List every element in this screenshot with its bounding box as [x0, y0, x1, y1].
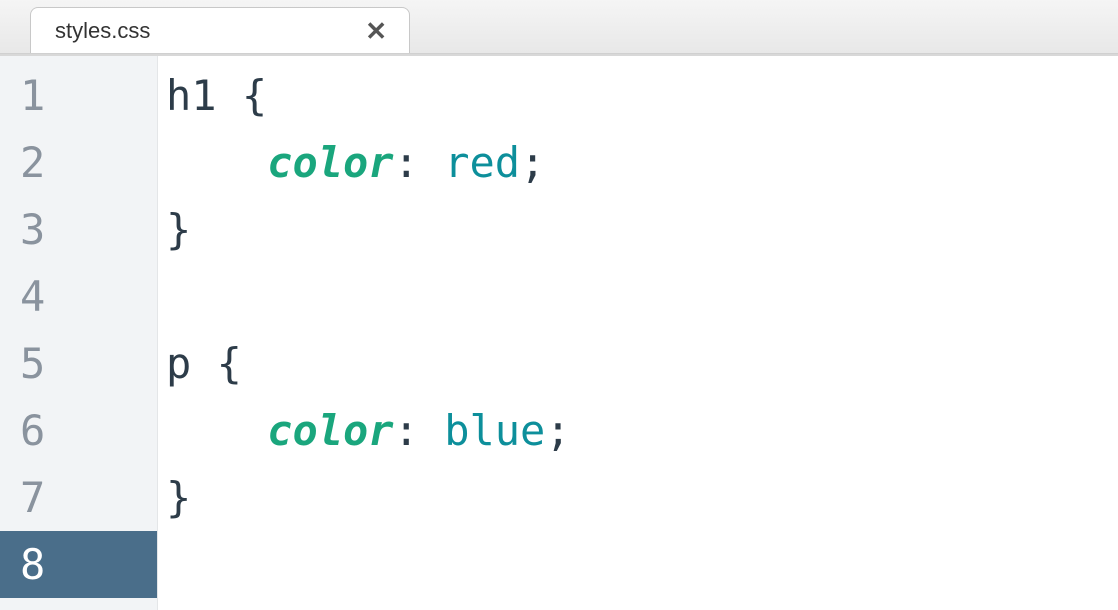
code-line[interactable]: h1 { [158, 62, 1118, 129]
token: red [444, 138, 520, 187]
line-number[interactable]: 7 [0, 464, 157, 531]
line-number[interactable]: 4 [0, 263, 157, 330]
line-number[interactable]: 3 [0, 196, 157, 263]
line-number[interactable]: 2 [0, 129, 157, 196]
token [419, 406, 444, 455]
tab-file[interactable]: styles.css ✕ [30, 7, 410, 53]
code-line[interactable]: } [158, 464, 1118, 531]
code-line[interactable]: p { [158, 330, 1118, 397]
token: : [394, 406, 419, 455]
code-line[interactable] [158, 531, 1118, 598]
line-number[interactable]: 1 [0, 62, 157, 129]
line-gutter: 12345678 [0, 56, 158, 610]
token [166, 406, 267, 455]
token [191, 339, 216, 388]
token: : [394, 138, 419, 187]
token [166, 138, 267, 187]
code-line[interactable]: color: blue; [158, 397, 1118, 464]
token [419, 138, 444, 187]
token: color [267, 138, 393, 187]
token: ; [545, 406, 570, 455]
token: p [166, 339, 191, 388]
line-number[interactable]: 5 [0, 330, 157, 397]
code-area[interactable]: h1 { color: red;} p { color: blue;} [158, 56, 1118, 610]
token: } [166, 473, 191, 522]
tab-bar: styles.css ✕ [0, 0, 1118, 54]
token: { [242, 71, 267, 120]
token: ; [520, 138, 545, 187]
line-number[interactable]: 8 [0, 531, 157, 598]
token: } [166, 205, 191, 254]
tab-filename: styles.css [55, 18, 150, 44]
code-line[interactable] [158, 263, 1118, 330]
token: h1 [166, 71, 217, 120]
line-number[interactable]: 6 [0, 397, 157, 464]
token: { [217, 339, 242, 388]
code-line[interactable]: } [158, 196, 1118, 263]
code-line[interactable]: color: red; [158, 129, 1118, 196]
token: blue [444, 406, 545, 455]
token: color [267, 406, 393, 455]
editor: 12345678 h1 { color: red;} p { color: blu… [0, 54, 1118, 610]
close-icon[interactable]: ✕ [365, 18, 387, 44]
token [217, 71, 242, 120]
